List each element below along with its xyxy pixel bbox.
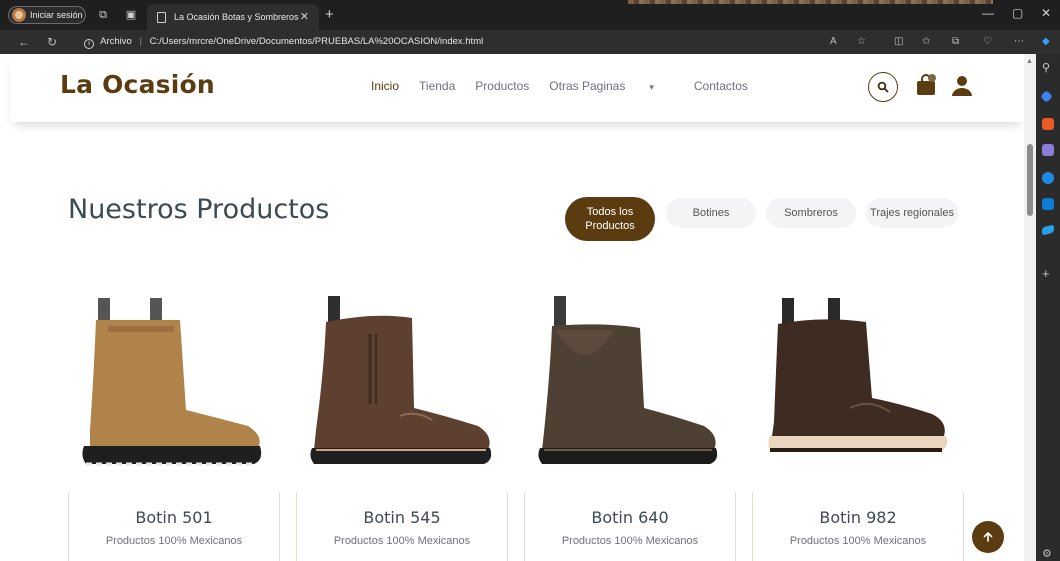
address-bar-row: ← ↻ i Archivo | C:/Users/mrcre/OneDrive/… — [0, 30, 1060, 54]
product-info: Botin 640 Productos 100% Mexicanos — [524, 492, 736, 561]
url-scheme-label: Archivo — [100, 36, 132, 47]
tab-close-icon[interactable]: ✕ — [300, 10, 309, 23]
product-name[interactable]: Botin 545 — [297, 508, 507, 527]
search-icon — [877, 81, 889, 93]
product-info: Botin 501 Productos 100% Mexicanos — [68, 492, 280, 561]
product-info: Botin 545 Productos 100% Mexicanos — [296, 492, 508, 561]
document-icon — [157, 11, 166, 23]
sidebar-tag-icon[interactable] — [1040, 90, 1053, 103]
favorite-star-icon[interactable]: ☆ — [857, 36, 866, 48]
info-icon: i — [84, 39, 94, 49]
boot-image — [310, 296, 492, 464]
product-card[interactable]: Botin 982 Productos 100% Mexicanos — [752, 290, 964, 561]
page-viewport: La Ocasión Inicio Tienda Productos Otras… — [0, 54, 1024, 561]
product-name[interactable]: Botin 982 — [753, 508, 963, 527]
product-name[interactable]: Botin 640 — [525, 508, 735, 527]
workspaces-icon[interactable]: ⧉ — [96, 8, 110, 22]
desktop-wallpaper-strip — [628, 0, 993, 4]
section-title: Nuestros Productos — [68, 194, 330, 225]
browser-essentials-icon[interactable]: ♡ — [983, 36, 992, 48]
boot-image — [82, 298, 262, 466]
profile-button[interactable]: Iniciar sesión — [8, 6, 86, 24]
sidebar-settings-icon[interactable]: ⚙ — [1042, 548, 1054, 560]
restore-button[interactable]: ▢ — [1012, 6, 1023, 20]
product-name[interactable]: Botin 501 — [69, 508, 279, 527]
product-subtitle: Productos 100% Mexicanos — [561, 535, 699, 547]
browser-sidebar: ⚲ + ⚙ — [1036, 54, 1060, 561]
scroll-up-icon[interactable]: ▲ — [1026, 58, 1033, 65]
sidebar-add-icon[interactable]: + — [1042, 267, 1054, 280]
chevron-down-icon: ▾ — [649, 82, 654, 92]
product-card[interactable]: Botin 640 Productos 100% Mexicanos — [524, 290, 736, 561]
tab-title: La Ocasión Botas y Sombreros — [174, 12, 299, 22]
product-subtitle: Productos 100% Mexicanos — [105, 535, 243, 547]
nav-contactos[interactable]: Contactos — [694, 79, 748, 93]
nav-inicio[interactable]: Inicio — [371, 79, 399, 93]
filter-botines[interactable]: Botines — [666, 198, 756, 228]
page-scrollbar[interactable]: ▲ — [1024, 54, 1036, 561]
profile-avatar-icon — [12, 8, 26, 22]
favorites-icon[interactable]: ✩ — [922, 36, 930, 48]
boot-image — [538, 296, 718, 464]
product-card[interactable]: Botin 501 Productos 100% Mexicanos — [68, 290, 280, 561]
browser-window: Iniciar sesión ⧉ ▣ La Ocasión Botas y So… — [0, 0, 1060, 561]
nav-otras-label: Otras Paginas — [549, 79, 626, 93]
sidebar-search-icon[interactable]: ⚲ — [1042, 62, 1054, 74]
search-button[interactable] — [868, 72, 898, 102]
address-field[interactable]: i Archivo | C:/Users/mrcre/OneDrive/Docu… — [84, 35, 483, 49]
site-header: La Ocasión Inicio Tienda Productos Otras… — [10, 54, 1024, 122]
refresh-icon[interactable]: ↻ — [47, 35, 57, 49]
arrow-up-icon — [983, 532, 993, 542]
scroll-thumb[interactable] — [1027, 144, 1033, 216]
sidebar-outlook-icon[interactable] — [1042, 198, 1054, 210]
shopping-bag-icon[interactable] — [916, 74, 936, 96]
minimize-button[interactable]: — — [982, 6, 994, 20]
sidebar-games-icon[interactable] — [1042, 144, 1054, 156]
sidebar-shopping-icon[interactable] — [1042, 118, 1054, 130]
sidebar-copilot-icon[interactable] — [1042, 172, 1054, 184]
product-subtitle: Productos 100% Mexicanos — [789, 535, 927, 547]
back-icon[interactable]: ← — [18, 35, 30, 49]
close-window-button[interactable]: ✕ — [1041, 6, 1051, 20]
nav-tienda[interactable]: Tienda — [419, 79, 455, 93]
back-to-top-button[interactable] — [972, 521, 1004, 553]
user-icon[interactable] — [951, 75, 973, 97]
url-separator: | — [139, 36, 142, 47]
filter-trajes-regionales[interactable]: Trajes regionales — [866, 198, 958, 228]
tab-actions-icon[interactable]: ▣ — [124, 8, 138, 22]
split-screen-icon[interactable]: ◫ — [894, 36, 903, 48]
nav-otras-paginas[interactable]: Otras Paginas ▾ — [549, 79, 674, 93]
collections-icon[interactable]: ⧉ — [952, 36, 959, 48]
product-card[interactable]: Botin 545 Productos 100% Mexicanos — [296, 290, 508, 561]
product-info: Botin 982 Productos 100% Mexicanos — [752, 492, 964, 561]
url-text: C:/Users/mrcre/OneDrive/Documentos/PRUEB… — [149, 36, 484, 47]
main-nav: Inicio Tienda Productos Otras Paginas ▾ C… — [371, 79, 768, 93]
product-subtitle: Productos 100% Mexicanos — [333, 535, 471, 547]
filter-todos[interactable]: Todos los Productos — [565, 197, 655, 241]
read-aloud-icon[interactable]: A — [830, 36, 837, 48]
nav-productos[interactable]: Productos — [475, 79, 529, 93]
boot-image — [768, 298, 948, 452]
more-menu-icon[interactable]: ⋯ — [1014, 36, 1024, 48]
copilot-icon[interactable]: ◆ — [1042, 36, 1050, 48]
new-tab-button[interactable]: + — [325, 6, 334, 23]
site-logo[interactable]: La Ocasión — [60, 70, 215, 99]
filter-sombreros[interactable]: Sombreros — [766, 198, 856, 228]
profile-label: Iniciar sesión — [30, 10, 83, 20]
sidebar-send-icon[interactable] — [1042, 224, 1054, 236]
browser-tab-bar: Iniciar sesión ⧉ ▣ La Ocasión Botas y So… — [0, 0, 1060, 30]
tab-active[interactable]: La Ocasión Botas y Sombreros ✕ — [147, 4, 319, 30]
